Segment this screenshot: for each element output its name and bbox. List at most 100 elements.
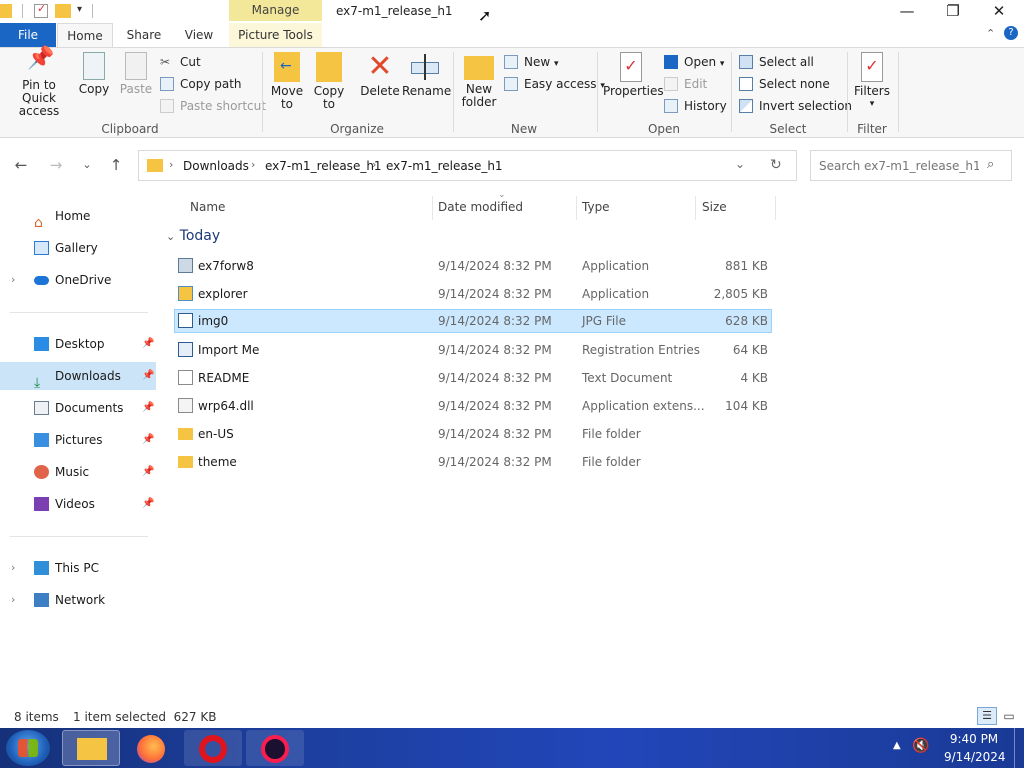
edit-button[interactable]: Edit — [664, 74, 707, 94]
nav-item-desktop[interactable]: Desktop 📌 — [0, 330, 156, 358]
tab-home[interactable]: Home — [57, 23, 113, 47]
table-row[interactable]: README 9/14/2024 8:32 PM Text Document 4… — [174, 366, 772, 390]
copy-path-button[interactable]: Copy path — [160, 74, 242, 94]
search-icon[interactable]: ⌕ — [987, 157, 994, 172]
table-row[interactable]: Import Me 9/14/2024 8:32 PM Registration… — [174, 338, 772, 362]
refresh-icon[interactable]: ↻ — [770, 157, 782, 173]
help-icon[interactable]: ? — [1004, 26, 1018, 40]
maximize-button[interactable]: ❐ — [930, 0, 976, 23]
expand-chevron-icon[interactable]: › — [11, 554, 15, 582]
tab-view[interactable]: View — [176, 23, 222, 47]
pin-icon[interactable]: 📌 — [142, 330, 154, 358]
rename-button[interactable]: Rename — [402, 52, 451, 98]
clock-date[interactable]: 9/14/2024 — [944, 750, 1006, 764]
new-item-button[interactable]: New ▾ — [504, 52, 559, 72]
filters-button[interactable]: ✓ Filters ▾ — [852, 52, 892, 111]
ribbon-collapse-icon[interactable]: ⌃ — [986, 27, 995, 40]
column-separator[interactable] — [775, 196, 776, 220]
column-header-date-modified[interactable]: Date modified — [438, 196, 523, 218]
table-row[interactable]: ex7forw8 9/14/2024 8:32 PM Application 8… — [174, 254, 772, 278]
new-folder-icon[interactable] — [55, 4, 71, 18]
nav-item-gallery[interactable]: Gallery — [0, 234, 156, 262]
group-header-today[interactable]: ⌄ Today — [166, 228, 220, 244]
nav-item-network[interactable]: › Network — [0, 586, 156, 614]
column-header-name[interactable]: Name — [190, 196, 225, 218]
pin-icon[interactable]: 📌 — [142, 490, 154, 518]
new-folder-button[interactable]: New folder — [459, 52, 499, 109]
close-button[interactable]: ✕ — [976, 0, 1022, 23]
tab-picture-tools[interactable]: Picture Tools — [229, 23, 322, 47]
clock-time[interactable]: 9:40 PM — [946, 732, 1002, 746]
nav-item-this-pc[interactable]: › This PC — [0, 554, 156, 582]
table-row-selected[interactable]: img0 9/14/2024 8:32 PM JPG File 628 KB — [174, 309, 772, 333]
forward-button[interactable]: → — [41, 150, 71, 180]
invert-selection-button[interactable]: Invert selection — [739, 96, 852, 116]
column-separator[interactable] — [695, 196, 696, 220]
paste-button[interactable]: Paste — [118, 52, 154, 96]
pin-icon[interactable]: 📌 — [142, 362, 154, 390]
address-bar[interactable]: › Downloads › ex7-m1_release_h1 › ex7-m1… — [138, 150, 797, 181]
cut-button[interactable]: ✂ Cut — [160, 52, 201, 72]
copy-to-button[interactable]: Copy to — [310, 52, 348, 111]
select-all-button[interactable]: Select all — [739, 52, 814, 72]
minimize-button[interactable]: — — [884, 0, 930, 23]
nav-item-onedrive[interactable]: › OneDrive — [0, 266, 156, 294]
delete-button[interactable]: ✕ Delete — [360, 52, 400, 98]
table-row[interactable]: theme 9/14/2024 8:32 PM File folder — [174, 450, 772, 474]
recent-locations-chevron-icon[interactable]: ⌄ — [72, 150, 102, 180]
button-label: Pin to Quick access — [18, 78, 60, 118]
show-desktop-button[interactable] — [1014, 728, 1024, 768]
paste-shortcut-button[interactable]: Paste shortcut — [160, 96, 266, 116]
open-button[interactable]: Open ▾ — [664, 52, 724, 72]
show-hidden-icons-icon[interactable]: ▲ — [893, 740, 901, 751]
address-dropdown-chevron-icon[interactable]: ⌄ — [735, 157, 745, 171]
copy-button[interactable]: Copy — [77, 52, 111, 96]
large-icons-view-icon[interactable]: ▭ — [1001, 708, 1017, 724]
taskbar-firefox[interactable] — [122, 730, 180, 766]
nav-item-videos[interactable]: Videos 📌 — [0, 490, 156, 518]
table-row[interactable]: wrp64.dll 9/14/2024 8:32 PM Application … — [174, 394, 772, 418]
qat-customize-icon[interactable]: ▾ — [77, 4, 82, 15]
table-row[interactable]: en-US 9/14/2024 8:32 PM File folder — [174, 422, 772, 446]
tab-file[interactable]: File — [0, 23, 56, 47]
taskbar-file-explorer[interactable] — [62, 730, 120, 766]
up-button[interactable]: ↑ — [101, 150, 131, 180]
details-view-icon[interactable]: ☰ — [977, 707, 997, 725]
pin-to-quick-access-button[interactable]: 📌 Pin to Quick access — [4, 48, 74, 118]
nav-item-downloads[interactable]: ⤓ Downloads 📌 — [0, 362, 156, 391]
column-header-size[interactable]: Size — [702, 196, 727, 218]
expand-chevron-icon[interactable]: › — [11, 266, 15, 294]
breadcrumb-current[interactable]: ex7-m1_release_h1 — [386, 159, 503, 173]
history-button[interactable]: History — [664, 96, 727, 116]
taskbar-opera[interactable] — [184, 730, 242, 766]
properties-button[interactable]: ✓ Properties — [603, 52, 664, 98]
select-none-button[interactable]: Select none — [739, 74, 830, 94]
tab-share[interactable]: Share — [118, 23, 170, 47]
back-button[interactable]: ← — [6, 150, 36, 180]
nav-item-pictures[interactable]: Pictures 📌 — [0, 426, 156, 454]
taskbar-opera-gx[interactable] — [246, 730, 304, 766]
properties-check-icon[interactable]: ✓ — [34, 2, 48, 18]
volume-muted-icon[interactable]: 🔇 — [912, 738, 929, 754]
pin-icon[interactable]: 📌 — [142, 458, 154, 486]
search-box[interactable]: ⌕ — [810, 150, 1012, 181]
column-separator[interactable] — [576, 196, 577, 220]
pin-icon[interactable]: 📌 — [142, 426, 154, 454]
table-row[interactable]: explorer 9/14/2024 8:32 PM Application 2… — [174, 282, 772, 306]
manage-context-tab[interactable]: Manage — [229, 0, 322, 21]
breadcrumb-downloads[interactable]: Downloads — [183, 159, 249, 173]
folder-icon[interactable] — [0, 4, 12, 18]
expand-chevron-icon[interactable]: › — [11, 586, 15, 614]
start-button[interactable] — [6, 730, 50, 766]
move-to-button[interactable]: ← Move to — [268, 52, 306, 111]
nav-item-documents[interactable]: Documents 📌 — [0, 394, 156, 422]
search-input[interactable] — [817, 156, 981, 176]
nav-item-home[interactable]: ⌂ Home — [0, 202, 156, 231]
nav-label: Documents — [55, 401, 124, 415]
easy-access-button[interactable]: Easy access ▾ — [504, 74, 605, 94]
nav-item-music[interactable]: Music 📌 — [0, 458, 156, 486]
pin-icon[interactable]: 📌 — [142, 394, 154, 422]
column-separator[interactable] — [432, 196, 433, 220]
breadcrumb-folder[interactable]: ex7-m1_release_h1 — [265, 159, 382, 173]
column-header-type[interactable]: Type — [582, 196, 610, 218]
